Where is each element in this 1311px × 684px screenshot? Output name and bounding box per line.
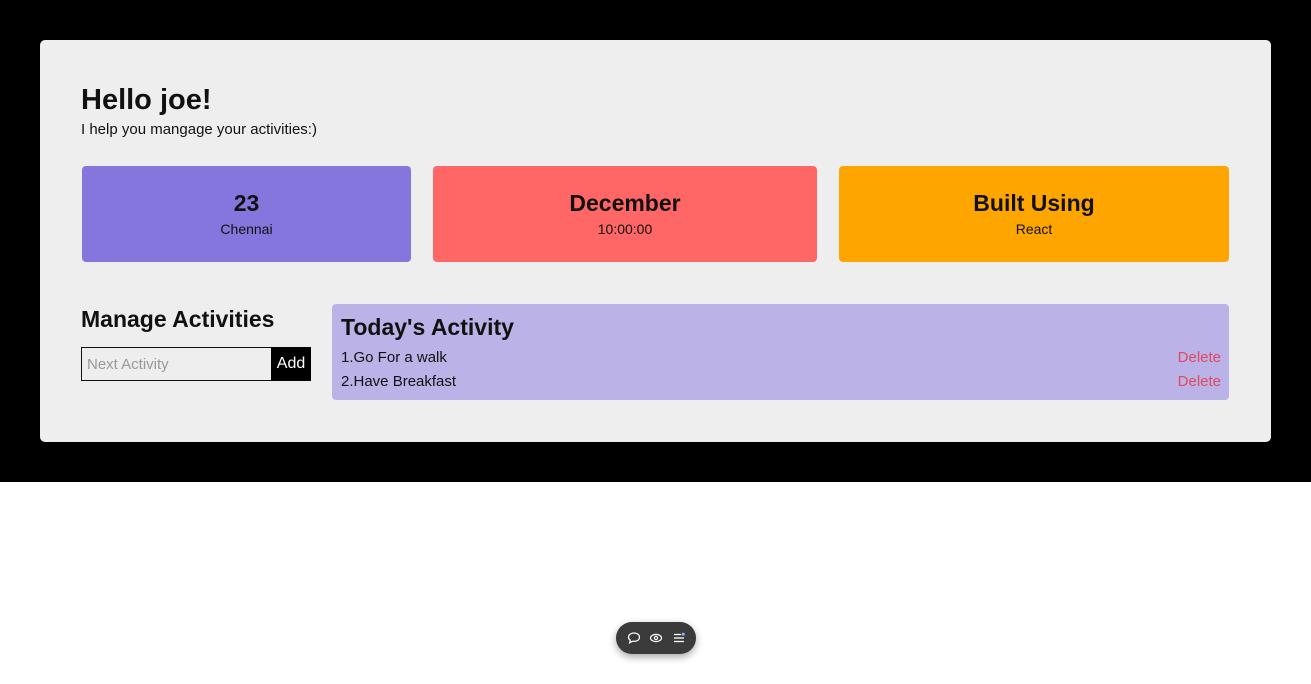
todays-activity-heading: Today's Activity <box>341 314 514 340</box>
subtitle-text: I help you mangage your activities:) <box>81 121 317 138</box>
floating-toolbar <box>616 622 696 654</box>
clock-time: 10:00:00 <box>597 221 653 237</box>
greeting-heading: Hello joe! <box>81 84 212 116</box>
framework-label: React <box>1015 221 1053 237</box>
manage-activities-heading: Manage Activities <box>81 306 275 332</box>
list-menu-icon[interactable] <box>670 629 688 647</box>
built-using-label: Built Using <box>973 190 1095 216</box>
chat-bubble-icon[interactable] <box>625 629 643 647</box>
delete-button[interactable]: Delete <box>1178 349 1221 366</box>
date-day: 23 <box>233 190 260 216</box>
activity-item: 2.Have Breakfast Delete <box>341 369 1221 393</box>
add-activity-form: Add <box>81 347 311 381</box>
main-card: Hello joe! I help you mangage your activ… <box>40 40 1271 442</box>
delete-button[interactable]: Delete <box>1178 373 1221 390</box>
location-label: Chennai <box>220 221 273 237</box>
next-activity-input[interactable] <box>81 347 271 381</box>
page-background: Hello joe! I help you mangage your activ… <box>0 0 1311 482</box>
todays-activity-panel: Today's Activity 1.Go For a walk Delete … <box>332 304 1229 400</box>
month-time-tile: December 10:00:00 <box>433 166 817 262</box>
built-using-tile: Built Using React <box>839 166 1229 262</box>
add-button[interactable]: Add <box>271 347 311 381</box>
activity-item: 1.Go For a walk Delete <box>341 345 1221 369</box>
activity-item-text: 2.Have Breakfast <box>341 372 457 390</box>
eye-icon[interactable] <box>647 629 665 647</box>
date-tile: 23 Chennai <box>82 166 411 262</box>
activity-item-text: 1.Go For a walk <box>341 348 447 366</box>
month-label: December <box>569 190 681 216</box>
